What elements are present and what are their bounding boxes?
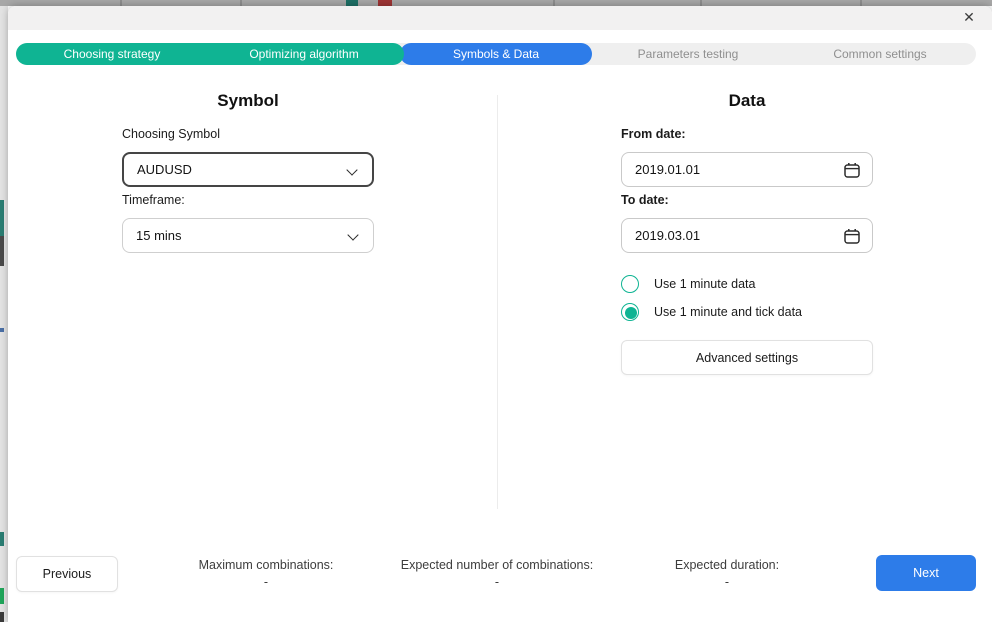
- close-icon[interactable]: ✕: [956, 6, 982, 30]
- background-app-left-strip: [0, 6, 8, 622]
- to-date-value: 2019.03.01: [635, 228, 700, 243]
- timeframe-select-value: 15 mins: [136, 228, 182, 243]
- stat-label: Expected duration:: [607, 557, 847, 574]
- dialog-titlebar: ✕: [8, 6, 992, 30]
- stat-label: Maximum combinations:: [146, 557, 386, 574]
- stat-maximum-combinations: Maximum combinations: -: [146, 557, 386, 591]
- to-date-input[interactable]: 2019.03.01: [621, 218, 873, 253]
- column-divider: [497, 95, 498, 509]
- radio-use-1-minute-data[interactable]: Use 1 minute data: [621, 274, 755, 294]
- optimizer-wizard-dialog: ✕ Choosing strategy Optimizing algorithm…: [8, 6, 992, 622]
- tab-symbols-and-data[interactable]: Symbols & Data: [400, 43, 592, 65]
- choosing-symbol-label: Choosing Symbol: [122, 127, 220, 141]
- radio-circle-icon: [621, 303, 639, 321]
- timeframe-label: Timeframe:: [122, 193, 185, 207]
- next-button[interactable]: Next: [876, 555, 976, 591]
- radio-use-1-minute-and-tick-data[interactable]: Use 1 minute and tick data: [621, 302, 802, 322]
- data-section-title: Data: [621, 91, 873, 111]
- advanced-settings-button[interactable]: Advanced settings: [621, 340, 873, 375]
- bg-mark: [0, 328, 4, 332]
- stat-value: -: [607, 574, 847, 591]
- stat-expected-duration: Expected duration: -: [607, 557, 847, 591]
- tab-parameters-testing[interactable]: Parameters testing: [592, 43, 784, 65]
- radio-circle-icon: [621, 275, 639, 293]
- bg-mark: [0, 236, 4, 266]
- from-date-value: 2019.01.01: [635, 162, 700, 177]
- tab-common-settings[interactable]: Common settings: [784, 43, 976, 65]
- tab-choosing-strategy[interactable]: Choosing strategy: [16, 43, 208, 65]
- symbol-select-value: AUDUSD: [137, 162, 192, 177]
- tab-optimizing-algorithm[interactable]: Optimizing algorithm: [208, 43, 400, 65]
- bg-mark: [0, 200, 4, 236]
- bg-mark: [0, 532, 4, 546]
- radio-label: Use 1 minute data: [654, 277, 755, 291]
- to-date-label: To date:: [621, 193, 669, 207]
- stat-label: Expected number of combinations:: [377, 557, 617, 574]
- stat-value: -: [377, 574, 617, 591]
- previous-button[interactable]: Previous: [16, 556, 118, 592]
- bg-mark: [0, 588, 4, 604]
- symbol-select[interactable]: AUDUSD: [122, 152, 374, 187]
- tab-labels-row: Choosing strategy Optimizing algorithm S…: [16, 43, 976, 65]
- calendar-icon[interactable]: [842, 226, 862, 246]
- from-date-label: From date:: [621, 127, 686, 141]
- chevron-down-icon: [346, 164, 357, 175]
- chevron-down-icon: [347, 229, 358, 240]
- from-date-input[interactable]: 2019.01.01: [621, 152, 873, 187]
- bg-mark: [0, 612, 4, 622]
- timeframe-select[interactable]: 15 mins: [122, 218, 374, 253]
- stat-value: -: [146, 574, 386, 591]
- stat-expected-combinations: Expected number of combinations: -: [377, 557, 617, 591]
- screen: ✕ Choosing strategy Optimizing algorithm…: [0, 0, 992, 622]
- wizard-progress-tabbar: Choosing strategy Optimizing algorithm S…: [16, 43, 976, 65]
- radio-label: Use 1 minute and tick data: [654, 305, 802, 319]
- calendar-icon[interactable]: [842, 160, 862, 180]
- symbol-section-title: Symbol: [122, 91, 374, 111]
